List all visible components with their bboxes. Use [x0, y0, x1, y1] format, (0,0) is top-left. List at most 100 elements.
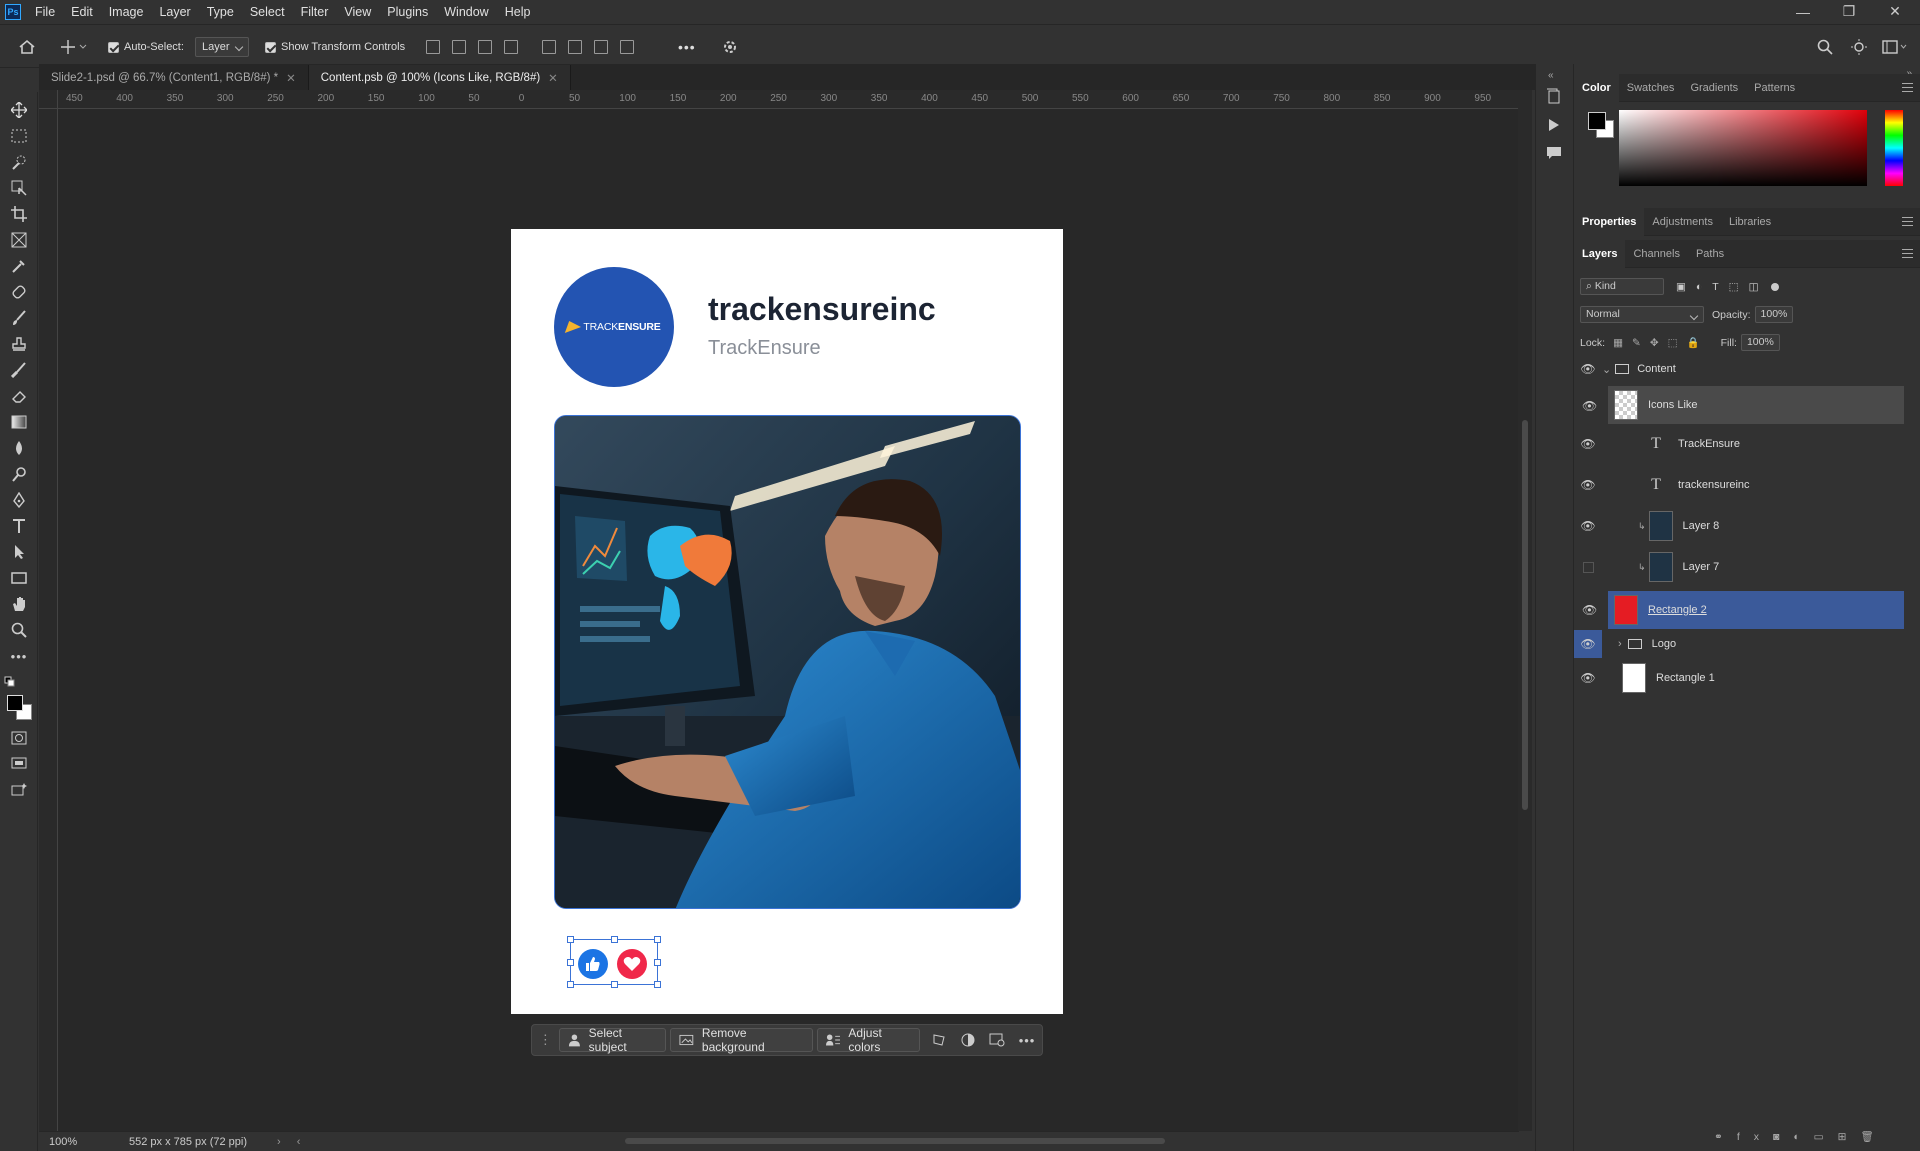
- transform-handle[interactable]: [654, 959, 661, 966]
- path-selection-tool-icon[interactable]: [9, 542, 29, 562]
- collapse-panels-icon[interactable]: «: [1548, 70, 1554, 81]
- layer-row-rectangle-2[interactable]: Rectangle 2: [1608, 591, 1904, 629]
- brush-tool-icon[interactable]: [9, 308, 29, 328]
- history-brush-tool-icon[interactable]: [9, 360, 29, 380]
- mask-icon[interactable]: [960, 1032, 975, 1048]
- blur-tool-icon[interactable]: [9, 438, 29, 458]
- quick-mask-icon[interactable]: [9, 728, 29, 748]
- layer-row-rectangle-1[interactable]: 👁 Rectangle 1: [1574, 661, 1904, 695]
- gradient-tool-icon[interactable]: [9, 412, 29, 432]
- close-icon[interactable]: ✕: [1872, 0, 1918, 23]
- hue-slider[interactable]: [1885, 110, 1903, 186]
- layer-row-content-group[interactable]: 👁 ⌄ Content: [1574, 356, 1904, 382]
- new-group-icon[interactable]: ▭: [1814, 1131, 1838, 1143]
- adjust-colors-button[interactable]: Adjust colors: [816, 1026, 921, 1054]
- canvas-area[interactable]: TRACK ENSURE trackensureinc TrackEnsure: [58, 109, 1518, 1131]
- dodge-tool-icon[interactable]: [9, 464, 29, 484]
- zoom-tool-icon[interactable]: [9, 620, 29, 640]
- object-selection-tool-icon[interactable]: [9, 178, 29, 198]
- transform-handle[interactable]: [654, 981, 661, 988]
- visibility-eye-icon[interactable]: 👁: [1574, 671, 1602, 685]
- foreground-background-swatch[interactable]: [6, 694, 34, 722]
- menu-filter[interactable]: Filter: [293, 5, 337, 19]
- layer-row-logo-group[interactable]: 👁 › Logo: [1574, 630, 1904, 658]
- clone-stamp-tool-icon[interactable]: [9, 334, 29, 354]
- align-top-icon[interactable]: [542, 40, 556, 54]
- crop-tool-icon[interactable]: [9, 204, 29, 224]
- transform-handle[interactable]: [567, 981, 574, 988]
- new-layer-icon[interactable]: ⊞: [1838, 1131, 1861, 1143]
- visibility-off-box[interactable]: [1574, 561, 1602, 573]
- workspace-layout-icon[interactable]: [1882, 37, 1908, 57]
- auto-select-checkbox[interactable]: Auto-Select:: [108, 37, 184, 57]
- drag-handle-icon[interactable]: ⋮: [538, 1032, 553, 1048]
- menu-help[interactable]: Help: [497, 5, 539, 19]
- align-right-icon[interactable]: [478, 40, 492, 54]
- tab-libraries[interactable]: Libraries: [1721, 208, 1779, 236]
- layer-row-layer-8[interactable]: 👁 ↳ Layer 8: [1574, 509, 1904, 543]
- visibility-eye-icon[interactable]: 👁: [1574, 362, 1602, 376]
- profile-handle[interactable]: TrackEnsure: [708, 337, 821, 360]
- move-tool-icon[interactable]: [9, 100, 29, 120]
- menu-plugins[interactable]: Plugins: [379, 5, 436, 19]
- close-tab-icon[interactable]: ✕: [286, 71, 296, 85]
- menu-image[interactable]: Image: [101, 5, 152, 19]
- align-bottom-icon[interactable]: [594, 40, 608, 54]
- add-mask-icon[interactable]: ◙: [1773, 1131, 1793, 1143]
- visibility-eye-icon[interactable]: 👁: [1574, 630, 1602, 658]
- delete-layer-icon[interactable]: 🗑: [1860, 1130, 1887, 1143]
- select-subject-button[interactable]: Select subject: [558, 1026, 667, 1054]
- search-icon[interactable]: [1817, 37, 1833, 57]
- panel-menu-icon[interactable]: [1902, 217, 1913, 226]
- frame-tool-icon[interactable]: [9, 230, 29, 250]
- align-left-icon[interactable]: [426, 40, 440, 54]
- tab-properties[interactable]: Properties: [1574, 207, 1645, 236]
- remove-background-button[interactable]: Remove background: [670, 1026, 813, 1054]
- adjustment-layer-icon[interactable]: ◐: [1793, 1131, 1813, 1143]
- tab-swatches[interactable]: Swatches: [1619, 74, 1683, 102]
- screen-mode-icon[interactable]: [9, 754, 29, 774]
- menu-select[interactable]: Select: [242, 5, 293, 19]
- horizontal-scrollbar[interactable]: [625, 1138, 1165, 1144]
- avatar-logo[interactable]: TRACK ENSURE: [554, 267, 674, 387]
- visibility-eye-icon[interactable]: 👁: [1574, 437, 1602, 451]
- default-colors-icon[interactable]: [4, 672, 24, 692]
- move-tool-preset-icon[interactable]: [60, 37, 88, 57]
- restore-icon[interactable]: ❐: [1826, 0, 1872, 23]
- color-picker-field[interactable]: [1619, 110, 1867, 186]
- visibility-eye-icon[interactable]: 👁: [1582, 399, 1597, 413]
- layer-filter-kind[interactable]: ⌕ Kind ▣◐T⬚◫: [1580, 278, 1779, 295]
- layer-row-layer-7[interactable]: ↳ Layer 7: [1574, 550, 1904, 584]
- transform-handle[interactable]: [654, 936, 661, 943]
- menu-view[interactable]: View: [336, 5, 379, 19]
- profile-name[interactable]: trackensureinc: [708, 291, 936, 328]
- home-icon[interactable]: [18, 37, 36, 57]
- menu-type[interactable]: Type: [199, 5, 242, 19]
- vertical-ruler[interactable]: [39, 109, 58, 1131]
- color-fg-bg-swatch[interactable]: [1588, 112, 1618, 142]
- comments-icon[interactable]: [1546, 146, 1562, 163]
- group-collapse-icon[interactable]: ›: [1618, 638, 1622, 650]
- filter-toggle-icon[interactable]: [1770, 282, 1779, 291]
- blend-mode-dropdown[interactable]: Normal: [1580, 306, 1704, 323]
- transform-handle[interactable]: [611, 981, 618, 988]
- tab-channels[interactable]: Channels: [1625, 240, 1687, 268]
- discover-bulb-icon[interactable]: [1851, 37, 1867, 57]
- quick-selection-tool-icon[interactable]: [9, 152, 29, 172]
- menu-file[interactable]: File: [27, 5, 63, 19]
- visibility-eye-icon[interactable]: 👁: [1574, 478, 1602, 492]
- zoom-level[interactable]: 100%: [49, 1136, 109, 1148]
- foreground-color[interactable]: [1588, 112, 1606, 130]
- edit-toolbar-icon[interactable]: •••: [9, 646, 29, 666]
- kind-dropdown[interactable]: ⌕ Kind: [1580, 278, 1664, 295]
- history-panel-icon[interactable]: [1546, 88, 1562, 107]
- scroll-thumb[interactable]: [1522, 420, 1528, 810]
- minimize-icon[interactable]: —: [1780, 0, 1826, 23]
- tab-patterns[interactable]: Patterns: [1746, 74, 1803, 102]
- align-center-icon[interactable]: [452, 40, 466, 54]
- more-options-button[interactable]: •••: [678, 37, 696, 57]
- layer-filter-icons[interactable]: ▣◐T⬚◫: [1676, 281, 1769, 293]
- tab-paths[interactable]: Paths: [1688, 240, 1732, 268]
- reaction-icons-group[interactable]: [567, 936, 661, 988]
- tab-content[interactable]: Content.psb @ 100% (Icons Like, RGB/8#) ✕: [308, 65, 571, 90]
